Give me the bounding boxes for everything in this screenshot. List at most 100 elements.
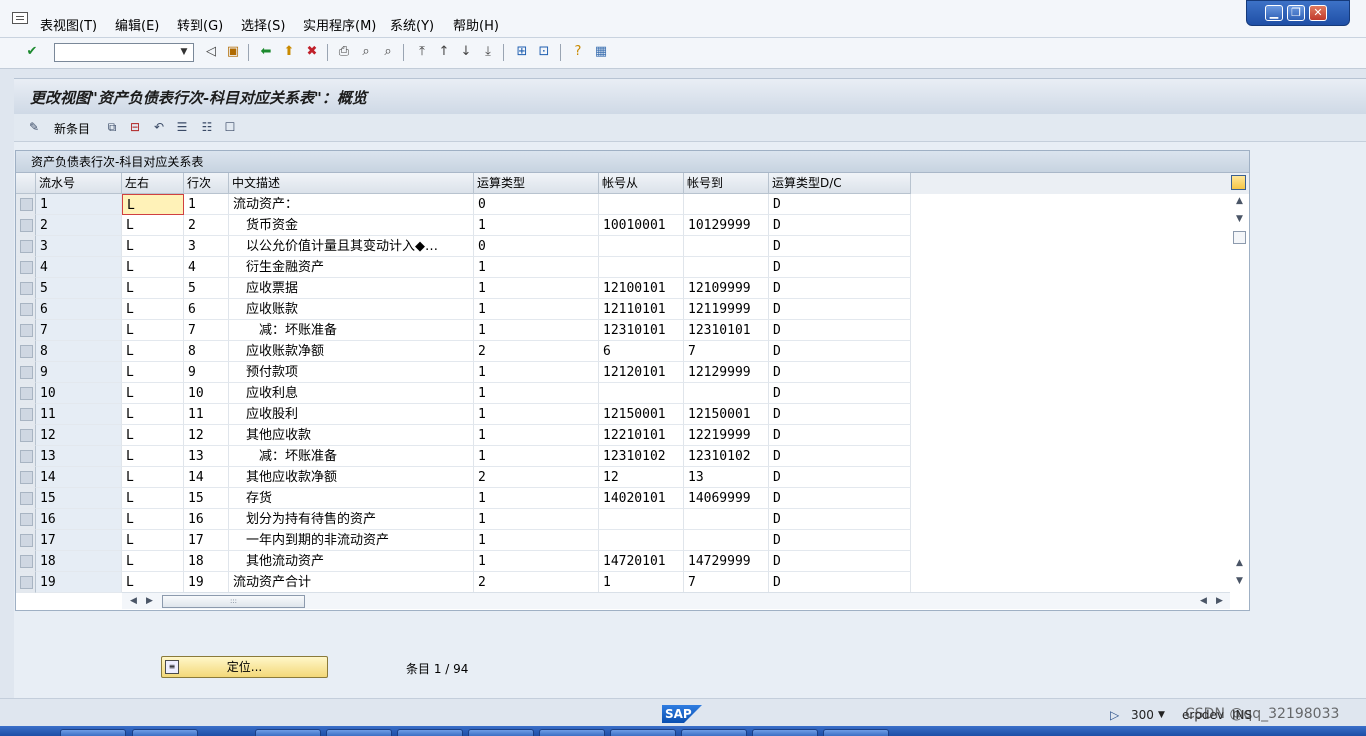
row-selector[interactable]	[16, 404, 36, 425]
operation-type-cell[interactable]: 0	[474, 194, 599, 215]
select-all-rows-header[interactable]	[16, 173, 36, 194]
column-header[interactable]: 左右	[122, 173, 184, 194]
scroll-thumb[interactable]: :::	[162, 595, 305, 608]
dc-type-cell[interactable]: D	[769, 194, 911, 215]
taskbar-button[interactable]	[823, 729, 889, 736]
dc-type-cell[interactable]: D	[769, 215, 911, 236]
account-from-cell[interactable]	[599, 530, 684, 551]
dc-type-cell[interactable]: D	[769, 509, 911, 530]
line-number-cell[interactable]: 1	[184, 194, 229, 215]
line-number-cell[interactable]: 11	[184, 404, 229, 425]
line-number-cell[interactable]: 8	[184, 341, 229, 362]
left-right-cell[interactable]: L	[122, 383, 184, 404]
operation-type-cell[interactable]: 1	[474, 530, 599, 551]
menu-select[interactable]: 选择(S)	[241, 15, 285, 34]
scroll-up-icon[interactable]: ▲	[1234, 558, 1245, 569]
account-from-cell[interactable]	[599, 257, 684, 278]
operation-type-cell[interactable]: 1	[474, 320, 599, 341]
left-right-cell[interactable]: L	[122, 509, 184, 530]
account-to-cell[interactable]: 10129999	[684, 215, 769, 236]
menu-edit[interactable]: 编辑(E)	[115, 15, 159, 34]
left-right-cell[interactable]: L	[122, 446, 184, 467]
left-right-cell[interactable]: L	[122, 551, 184, 572]
description-cell[interactable]: 以公允价值计量且其变动计入◆…	[229, 236, 474, 257]
help-icon[interactable]: ?	[570, 44, 586, 60]
taskbar-button[interactable]	[132, 729, 198, 736]
chevron-down-icon[interactable]: ▼	[177, 45, 191, 60]
account-to-cell[interactable]: 12310102	[684, 446, 769, 467]
description-cell[interactable]: 其他应收款	[229, 425, 474, 446]
dc-type-cell[interactable]: D	[769, 362, 911, 383]
left-right-cell[interactable]: L	[122, 194, 184, 215]
command-field[interactable]: ▼	[54, 43, 194, 62]
account-to-cell[interactable]: 14729999	[684, 551, 769, 572]
account-from-cell[interactable]	[599, 383, 684, 404]
line-number-cell[interactable]: 10	[184, 383, 229, 404]
operation-type-cell[interactable]: 1	[474, 488, 599, 509]
operation-type-cell[interactable]: 1	[474, 257, 599, 278]
dc-type-cell[interactable]: D	[769, 236, 911, 257]
dc-type-cell[interactable]: D	[769, 278, 911, 299]
account-from-cell[interactable]	[599, 509, 684, 530]
account-from-cell[interactable]: 1	[599, 572, 684, 593]
menu-system[interactable]: 系统(Y)	[390, 15, 434, 34]
operation-type-cell[interactable]: 2	[474, 572, 599, 593]
line-number-cell[interactable]: 2	[184, 215, 229, 236]
description-cell[interactable]: 应收账款	[229, 299, 474, 320]
account-from-cell[interactable]: 12	[599, 467, 684, 488]
row-selector[interactable]	[16, 278, 36, 299]
left-right-cell[interactable]: L	[122, 299, 184, 320]
left-right-cell[interactable]: L	[122, 425, 184, 446]
operation-type-cell[interactable]: 1	[474, 551, 599, 572]
menu-help[interactable]: 帮助(H)	[453, 15, 499, 34]
operation-type-cell[interactable]: 2	[474, 467, 599, 488]
pencil-icon[interactable]: ✎	[26, 119, 42, 135]
description-cell[interactable]: 一年内到期的非流动资产	[229, 530, 474, 551]
dc-type-cell[interactable]: D	[769, 551, 911, 572]
chevron-down-icon[interactable]: ▼	[1158, 710, 1165, 720]
account-to-cell[interactable]: 7	[684, 572, 769, 593]
account-to-cell[interactable]: 12119999	[684, 299, 769, 320]
operation-type-cell[interactable]: 1	[474, 362, 599, 383]
dc-type-cell[interactable]: D	[769, 530, 911, 551]
dc-type-cell[interactable]: D	[769, 446, 911, 467]
row-selector[interactable]	[16, 425, 36, 446]
account-to-cell[interactable]: 12310101	[684, 320, 769, 341]
line-number-cell[interactable]: 7	[184, 320, 229, 341]
account-from-cell[interactable]: 12310102	[599, 446, 684, 467]
operation-type-cell[interactable]: 2	[474, 341, 599, 362]
status-expand-icon[interactable]: ▷	[1110, 708, 1119, 722]
find-next-icon[interactable]: ⌕	[380, 44, 396, 60]
taskbar-button[interactable]	[326, 729, 392, 736]
last-page-icon[interactable]: ⤓	[480, 44, 496, 60]
row-selector[interactable]	[16, 446, 36, 467]
description-cell[interactable]: 存货	[229, 488, 474, 509]
scroll-right-icon[interactable]: ▶	[1214, 596, 1225, 607]
dc-type-cell[interactable]: D	[769, 299, 911, 320]
account-to-cell[interactable]	[684, 236, 769, 257]
row-selector[interactable]	[16, 551, 36, 572]
line-number-cell[interactable]: 6	[184, 299, 229, 320]
dc-type-cell[interactable]: D	[769, 341, 911, 362]
scroll-down-icon[interactable]: ▼	[1234, 576, 1245, 587]
left-right-cell[interactable]: L	[122, 236, 184, 257]
find-icon[interactable]: ⌕	[358, 44, 374, 60]
operation-type-cell[interactable]: 1	[474, 299, 599, 320]
line-number-cell[interactable]: 19	[184, 572, 229, 593]
taskbar-button[interactable]	[468, 729, 534, 736]
operation-type-cell[interactable]: 1	[474, 446, 599, 467]
description-cell[interactable]: 货币资金	[229, 215, 474, 236]
description-cell[interactable]: 减：坏账准备	[229, 320, 474, 341]
account-from-cell[interactable]	[599, 194, 684, 215]
column-header[interactable]: 运算类型	[474, 173, 599, 194]
column-header[interactable]: 行次	[184, 173, 229, 194]
line-number-cell[interactable]: 14	[184, 467, 229, 488]
taskbar-button[interactable]	[539, 729, 605, 736]
description-cell[interactable]: 应收账款净额	[229, 341, 474, 362]
account-to-cell[interactable]: 12129999	[684, 362, 769, 383]
row-selector[interactable]	[16, 572, 36, 593]
column-header[interactable]: 中文描述	[229, 173, 474, 194]
back-triangle-icon[interactable]: ◁	[203, 44, 219, 60]
left-right-cell[interactable]: L	[122, 404, 184, 425]
account-to-cell[interactable]	[684, 257, 769, 278]
